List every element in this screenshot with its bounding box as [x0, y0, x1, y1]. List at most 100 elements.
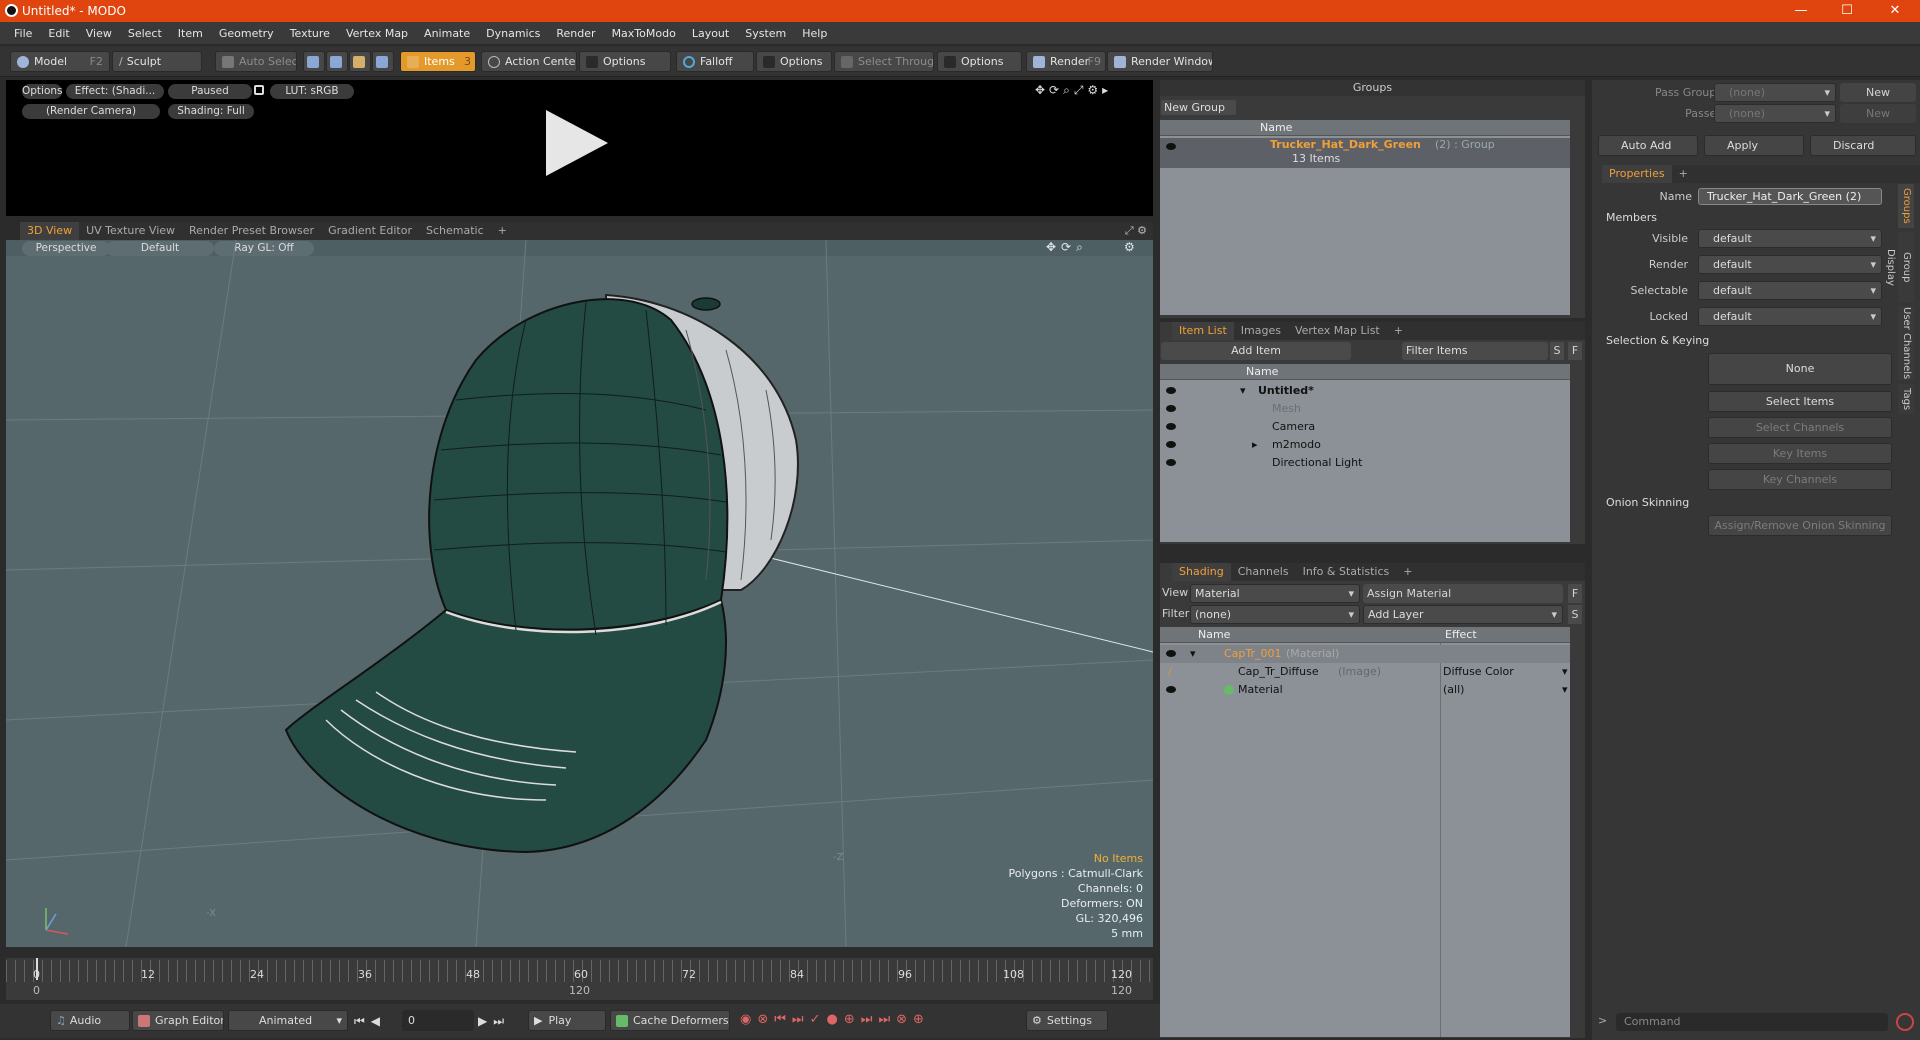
lut-dropdown[interactable]: LUT: sRGB	[270, 84, 354, 99]
lock-icon[interactable]	[254, 85, 264, 95]
render-dropdown[interactable]: default	[1698, 255, 1882, 274]
menu-dynamics[interactable]: Dynamics	[486, 27, 540, 40]
shading-s-button[interactable]: S	[1568, 605, 1582, 624]
selectable-dropdown[interactable]: default	[1698, 281, 1882, 300]
tab-uv-texture-view[interactable]: UV Texture View	[79, 222, 182, 240]
preview-view-controls[interactable]: ✥⟳⌕⤢⚙▸	[1035, 83, 1112, 98]
minimize-button[interactable]: —	[1778, 0, 1824, 22]
sculpt-mode-button[interactable]: / Sculpt	[112, 51, 202, 72]
visibility-eye-icon[interactable]	[1166, 686, 1176, 693]
settings-button[interactable]: ⚙ Settings	[1026, 1010, 1108, 1031]
add-tab-button[interactable]: +	[1387, 322, 1410, 340]
tab-vertex-map-list[interactable]: Vertex Map List	[1288, 322, 1387, 340]
list-item[interactable]: ▸ m2modo	[1160, 436, 1570, 454]
discard-button[interactable]: Discard	[1810, 135, 1916, 156]
members-section[interactable]: Members	[1606, 210, 1657, 226]
add-tab-button[interactable]: +	[1672, 165, 1695, 183]
shading-f-button[interactable]: F	[1568, 584, 1582, 603]
polygons-mode-button[interactable]	[349, 51, 371, 72]
3d-viewport[interactable]: Perspective Default Ray GL: Off ✥⟳⌕ ⚙ -X…	[6, 240, 1153, 947]
key-channels-button[interactable]: Key Channels	[1708, 469, 1892, 490]
menu-system[interactable]: System	[745, 27, 786, 40]
assign-material-button[interactable]: Assign Material	[1363, 584, 1563, 603]
menu-vertex-map[interactable]: Vertex Map	[346, 27, 408, 40]
filter-items-input[interactable]: Filter Items	[1402, 342, 1548, 360]
skip-back-controls[interactable]: ⏮◀	[354, 1014, 386, 1029]
audio-button[interactable]: ♫ Audio	[50, 1010, 130, 1031]
preview-paused-button[interactable]: Paused	[168, 84, 252, 99]
tab-images[interactable]: Images	[1234, 322, 1288, 340]
render-window-button[interactable]: Render Window	[1107, 51, 1213, 72]
group-row[interactable]: Trucker_Hat_Dark_Green (2) : Group 13 It…	[1160, 138, 1570, 168]
visibility-eye-icon[interactable]	[1166, 387, 1176, 394]
model-mode-button[interactable]: Model F2	[10, 51, 110, 72]
render-button[interactable]: Render F9	[1026, 51, 1106, 72]
shading-dropdown[interactable]: Shading: Full	[168, 104, 254, 119]
menu-view[interactable]: View	[86, 27, 112, 40]
chevron-down-icon[interactable]: ▾	[1562, 663, 1568, 681]
menu-select[interactable]: Select	[128, 27, 162, 40]
command-input[interactable]: Command	[1616, 1013, 1888, 1031]
play-button[interactable]: ▶ Play	[528, 1010, 606, 1031]
menu-layout[interactable]: Layout	[692, 27, 729, 40]
auto-select-button[interactable]: Auto Select	[215, 51, 297, 72]
add-tab-button[interactable]: +	[1396, 563, 1419, 581]
selection-set-button[interactable]: None	[1708, 353, 1892, 385]
tab-render-preset-browser[interactable]: Render Preset Browser	[182, 222, 321, 240]
select-items-button[interactable]: Select Items	[1708, 391, 1892, 412]
visibility-eye-icon[interactable]	[1166, 441, 1176, 448]
maximize-button[interactable]: ☐	[1824, 0, 1870, 22]
menu-animate[interactable]: Animate	[424, 27, 470, 40]
preview-options-button[interactable]: Options	[22, 84, 63, 99]
close-button[interactable]: ✕	[1872, 0, 1918, 22]
items-mode-button[interactable]: Items 3	[400, 51, 476, 72]
new-passes-button[interactable]: New	[1840, 104, 1916, 123]
edges-mode-button[interactable]	[326, 51, 348, 72]
menu-texture[interactable]: Texture	[290, 27, 330, 40]
materials-mode-button[interactable]	[372, 51, 394, 72]
add-tab-button[interactable]: +	[491, 222, 514, 240]
action-center-options-button[interactable]: Options	[579, 51, 671, 72]
visibility-eye-icon[interactable]	[1166, 143, 1176, 150]
add-item-dropdown[interactable]: Add Item	[1161, 342, 1351, 360]
list-item[interactable]: Directional Light	[1160, 454, 1570, 472]
preview-effect-dropdown[interactable]: Effect: (Shadi...	[66, 84, 164, 99]
chevron-down-icon[interactable]: ▾	[1562, 681, 1568, 699]
filter-s-button[interactable]: S	[1550, 342, 1564, 360]
vtab-user-channels[interactable]: User Channels	[1898, 306, 1914, 380]
vtab-groups[interactable]: Groups	[1898, 184, 1914, 228]
cache-deformers-button[interactable]: Cache Deformers	[610, 1010, 730, 1031]
tree-row[interactable]: ▾ CapTr_001 (Material)	[1160, 645, 1570, 663]
list-item[interactable]: Camera	[1160, 418, 1570, 436]
tab-info-statistics[interactable]: Info & Statistics	[1296, 563, 1397, 581]
menu-help[interactable]: Help	[802, 27, 827, 40]
select-channels-button[interactable]: Select Channels	[1708, 417, 1892, 438]
menu-edit[interactable]: Edit	[48, 27, 69, 40]
new-pass-button[interactable]: New	[1840, 83, 1916, 102]
play-preview-icon[interactable]	[546, 110, 608, 176]
falloff-button[interactable]: Falloff	[676, 51, 754, 72]
tab-schematic[interactable]: Schematic	[419, 222, 491, 240]
view-dropdown[interactable]: Material	[1190, 584, 1360, 603]
locked-dropdown[interactable]: default	[1698, 307, 1882, 326]
filter-dropdown[interactable]: (none)	[1190, 605, 1360, 624]
visible-dropdown[interactable]: default	[1698, 229, 1882, 248]
graph-editor-button[interactable]: Graph Editor	[132, 1010, 224, 1031]
passes-dropdown[interactable]: (none)	[1714, 104, 1836, 123]
apply-button[interactable]: Apply	[1704, 135, 1804, 156]
timeline[interactable]: 0 12 24 36 48 60 72 84 96 108 120 0 120 …	[6, 958, 1153, 1000]
visibility-eye-icon[interactable]	[1166, 459, 1176, 466]
select-through-button[interactable]: Select Through	[834, 51, 934, 72]
assign-onion-button[interactable]: Assign/Remove Onion Skinning	[1708, 515, 1892, 536]
menu-maxtomodo[interactable]: MaxToModo	[612, 27, 676, 40]
trucker-hat-mesh[interactable]	[284, 293, 799, 854]
menu-geometry[interactable]: Geometry	[219, 27, 274, 40]
key-items-button[interactable]: Key Items	[1708, 443, 1892, 464]
keying-controls[interactable]: ◉⊗⏮⏭✓●⊕⏭⏭⊗⊕	[740, 1012, 930, 1027]
group-name-field[interactable]: Trucker_Hat_Dark_Green (2)	[1698, 188, 1882, 205]
menu-render[interactable]: Render	[556, 27, 595, 40]
vtab-group-display[interactable]: Group Display	[1885, 232, 1914, 302]
new-group-button[interactable]: New Group	[1161, 100, 1236, 115]
expand-icon[interactable]: ▸	[1252, 436, 1258, 454]
tab-item-list[interactable]: Item List	[1172, 322, 1234, 340]
